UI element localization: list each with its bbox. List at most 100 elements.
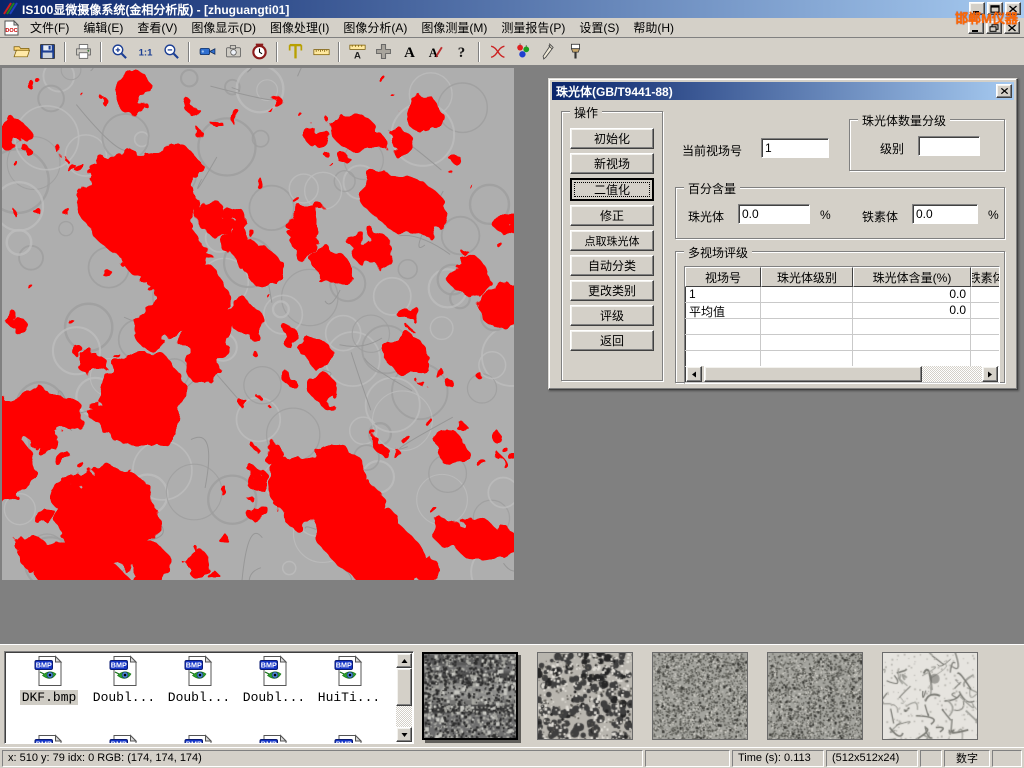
op-button-8[interactable]: 返回	[570, 330, 654, 351]
help-button[interactable]: ?	[449, 41, 473, 63]
video-camera-button[interactable]	[195, 41, 219, 63]
col-header-0[interactable]: 视场号	[685, 267, 761, 287]
svg-text:BMP: BMP	[186, 740, 202, 744]
toolbar-group-0	[4, 41, 64, 63]
pearlite-percent-label: 珠光体	[688, 208, 724, 225]
table-row-4[interactable]	[685, 351, 1000, 367]
menu-item-3[interactable]: 图像显示(D)	[184, 19, 263, 37]
rating-table[interactable]: 视场号珠光体级别珠光体含量(%)铁素体含量(%) 10.0平均值0.0	[684, 266, 1000, 384]
menu-item-5[interactable]: 图像分析(A)	[336, 19, 414, 37]
thumbnail-1[interactable]	[537, 652, 633, 740]
op-button-5[interactable]: 自动分类	[570, 255, 654, 276]
file-item-0[interactable]: BMPDKF.bmp	[13, 655, 85, 705]
file-list[interactable]: BMPDKF.bmpBMPDoubl...BMPDoubl...BMPDoubl…	[4, 651, 414, 744]
menu-item-2[interactable]: 查看(V)	[130, 19, 184, 37]
file-item-partial-3[interactable]: BMP	[238, 734, 310, 744]
dialog-title-bar[interactable]: 珠光体(GB/T9441-88)	[552, 82, 1014, 100]
save-button[interactable]	[35, 41, 59, 63]
grid-move-button[interactable]	[371, 41, 395, 63]
clock-icon	[251, 43, 268, 60]
scroll-down-button[interactable]	[396, 727, 412, 742]
table-row-2[interactable]	[685, 319, 1000, 335]
current-field-input[interactable]	[761, 138, 829, 158]
file-item-2[interactable]: BMPDoubl...	[163, 655, 235, 705]
file-item-4[interactable]: BMPHuiTi...	[313, 655, 385, 705]
op-button-0[interactable]: 初始化	[570, 128, 654, 149]
op-button-1[interactable]: 新视场	[570, 153, 654, 174]
scrollbar-thumb[interactable]	[704, 366, 922, 382]
ruler-icon	[313, 43, 330, 60]
ferrite-percent-input[interactable]	[912, 204, 978, 224]
text-button[interactable]: A	[397, 41, 421, 63]
bmp-file-icon: BMP	[33, 676, 65, 690]
clock-button[interactable]	[247, 41, 271, 63]
file-item-1[interactable]: BMPDoubl...	[88, 655, 160, 705]
scroll-up-button[interactable]	[396, 653, 412, 668]
pen-hand-icon	[541, 43, 558, 60]
col-header-3[interactable]: 铁素体含量(%)	[971, 267, 1000, 287]
color-balls-button[interactable]	[511, 41, 535, 63]
application-window: IS100显微摄像系统(金相分析版) - [zhuguangti01] 邯郸M仪…	[0, 0, 1024, 768]
status-time: Time (s): 0.113	[732, 750, 824, 767]
paint-brush-button[interactable]	[563, 41, 587, 63]
menu-item-4[interactable]: 图像处理(I)	[263, 19, 336, 37]
table-row-3[interactable]	[685, 335, 1000, 351]
file-item-partial-0[interactable]: BMP	[13, 734, 85, 744]
table-row-0[interactable]: 10.0	[685, 287, 1000, 303]
menu-item-9[interactable]: 帮助(H)	[626, 19, 681, 37]
zoom-in-button[interactable]	[107, 41, 131, 63]
menu-item-8[interactable]: 设置(S)	[572, 19, 626, 37]
op-button-6[interactable]: 更改类别	[570, 280, 654, 301]
op-button-7[interactable]: 评级	[570, 305, 654, 326]
file-item-partial-1[interactable]: BMP	[88, 734, 160, 744]
thumbnail-0[interactable]	[422, 652, 518, 740]
table-cell	[971, 303, 1000, 319]
curve-cut-icon	[489, 43, 506, 60]
print-button[interactable]	[71, 41, 95, 63]
file-item-partial-4[interactable]: BMP	[313, 734, 385, 744]
op-button-4[interactable]: 点取珠光体	[570, 230, 654, 251]
menu-item-0[interactable]: 文件(F)	[23, 19, 76, 37]
photo-camera-button[interactable]	[221, 41, 245, 63]
toolbar-group-6	[480, 41, 592, 63]
dialog-close-button[interactable]	[996, 84, 1012, 98]
scroll-left-button[interactable]	[686, 366, 702, 382]
curve-cut-button[interactable]	[485, 41, 509, 63]
zoom-actual-button[interactable]: 1:1	[133, 41, 157, 63]
file-item-3[interactable]: BMPDoubl...	[238, 655, 310, 705]
grade-input[interactable]	[918, 136, 980, 156]
thumbnail-2[interactable]	[652, 652, 748, 740]
menu-item-1[interactable]: 编辑(E)	[76, 19, 130, 37]
col-header-2[interactable]: 珠光体含量(%)	[853, 267, 971, 287]
menu-item-6[interactable]: 图像测量(M)	[414, 19, 494, 37]
thumbnail-3[interactable]	[767, 652, 863, 740]
scroll-right-button[interactable]	[982, 366, 998, 382]
pen-hand-button[interactable]	[537, 41, 561, 63]
table-cell: 1	[685, 287, 761, 303]
col-header-1[interactable]: 珠光体级别	[761, 267, 853, 287]
ruler-button[interactable]	[309, 41, 333, 63]
measure-text-button[interactable]: A	[345, 41, 369, 63]
thumbnail-image	[653, 653, 747, 739]
file-scrollbar-thumb[interactable]	[396, 668, 412, 706]
text-edit-button[interactable]: A	[423, 41, 447, 63]
table-cell	[853, 351, 971, 367]
pearlite-percent-input[interactable]	[738, 204, 810, 224]
metallographic-image[interactable]	[2, 68, 514, 580]
svg-text:A: A	[428, 46, 438, 60]
open-folder-button[interactable]	[9, 41, 33, 63]
rating-table-header: 视场号珠光体级别珠光体含量(%)铁素体含量(%)	[685, 267, 1000, 287]
zoom-out-button[interactable]	[159, 41, 183, 63]
file-list-vscrollbar[interactable]	[396, 653, 412, 742]
thumbnail-4[interactable]	[882, 652, 978, 740]
op-button-2[interactable]: 二值化	[570, 178, 654, 201]
svg-text:A: A	[404, 45, 415, 60]
table-row-1[interactable]: 平均值0.0	[685, 303, 1000, 319]
file-item-partial-2[interactable]: BMP	[163, 734, 235, 744]
scrollbar-track[interactable]	[922, 366, 982, 382]
menu-item-7[interactable]: 测量报告(P)	[494, 19, 572, 37]
horizontal-scrollbar[interactable]	[686, 366, 998, 382]
zoom-out-icon	[163, 43, 180, 60]
caliper-button[interactable]	[283, 41, 307, 63]
op-button-3[interactable]: 修正	[570, 205, 654, 226]
